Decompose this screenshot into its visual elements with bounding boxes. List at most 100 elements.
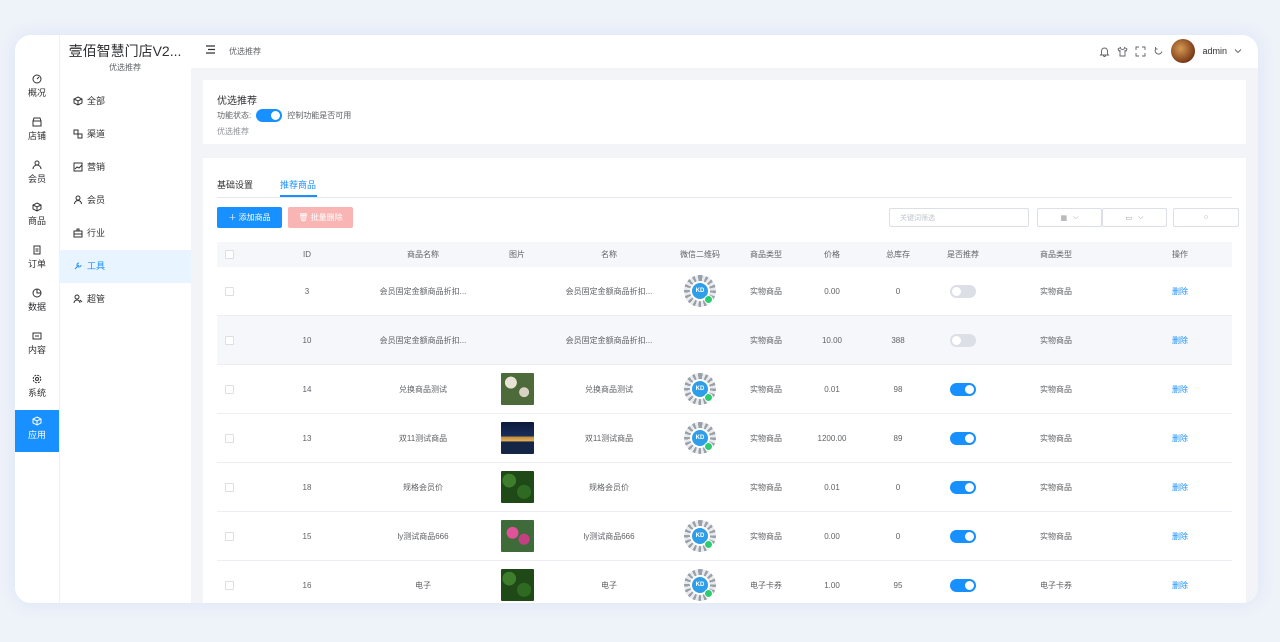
submenu-item-1[interactable]: 渠道 — [59, 118, 191, 151]
theme-shirt-icon[interactable] — [1117, 46, 1129, 57]
rail-item-1[interactable]: 店铺 — [15, 111, 59, 153]
rail-item-0[interactable]: 概况 — [15, 68, 59, 110]
marketing-icon — [73, 162, 83, 172]
rail-item-7[interactable]: 系统 — [15, 368, 59, 410]
row-checkbox[interactable] — [224, 531, 234, 541]
row-checkbox[interactable] — [224, 433, 234, 443]
cell-name: 双11测试商品 — [584, 433, 634, 443]
delete-link[interactable]: 删除 — [1172, 384, 1188, 395]
rail-item-3[interactable]: 商品 — [15, 196, 59, 238]
cell-type2: 实物商品 — [1040, 531, 1072, 541]
submenu-item-3[interactable]: 会员 — [59, 184, 191, 217]
cell-type2: 实物商品 — [1040, 482, 1072, 492]
rail-item-4[interactable]: 订单 — [15, 239, 59, 281]
delete-link[interactable]: 删除 — [1172, 433, 1188, 444]
grid-view-select[interactable]: ▦ ⌵ — [1037, 208, 1102, 227]
recommend-switch[interactable] — [950, 284, 976, 298]
row-select-cell — [221, 561, 237, 603]
cell-type: 实物商品 — [750, 433, 782, 443]
top-bar: 优选推荐 admin — [191, 35, 1258, 69]
goods-thumbnail — [500, 520, 534, 552]
table-row: 16 电子 电子 KD 电子卡券 1.00 95 电子卡券 删除 — [217, 561, 1232, 603]
gear-icon — [32, 374, 42, 383]
menu-toggle-icon[interactable] — [205, 44, 216, 55]
wechat-qr-code[interactable]: KD — [684, 275, 716, 307]
cell-price: 0.01 — [824, 384, 840, 394]
batch-delete-button[interactable]: 🗑 批量删除 — [288, 207, 353, 228]
chevron-down-icon: ⌵ — [1073, 213, 1079, 221]
refresh-icon[interactable] — [1153, 46, 1164, 57]
delete-link[interactable]: 删除 — [1172, 482, 1188, 493]
wechat-qr-code[interactable]: KD — [684, 520, 716, 552]
grid-icon: ▦ — [1060, 214, 1068, 222]
delete-link[interactable]: 删除 — [1172, 580, 1188, 591]
row-select-cell — [221, 316, 237, 364]
cell-type2: 实物商品 — [1040, 433, 1072, 443]
select-all-checkbox[interactable] — [224, 250, 234, 259]
recommend-switch[interactable] — [950, 529, 976, 543]
avatar[interactable] — [1171, 39, 1196, 63]
cell-name: 规格会员价 — [589, 482, 629, 492]
cell-id: 15 — [302, 531, 312, 541]
submenu-item-5[interactable]: 工具 — [59, 250, 191, 283]
cell-type2: 电子卡券 — [1040, 580, 1072, 590]
delete-link[interactable]: 删除 — [1172, 286, 1188, 297]
add-goods-button[interactable]: ＋ 添加商品 — [217, 207, 282, 228]
tab-recommended-goods[interactable]: 推荐商品 — [280, 178, 316, 191]
column-header: 是否推荐 — [947, 250, 979, 259]
recommend-switch[interactable] — [950, 382, 976, 396]
recommend-switch[interactable] — [950, 578, 976, 592]
recommend-switch[interactable] — [950, 333, 976, 347]
tab-bar: 基础设置 推荐商品 — [217, 178, 1232, 198]
cell-type2: 实物商品 — [1040, 384, 1072, 394]
recommend-cell — [933, 316, 993, 364]
wechat-qr-code[interactable]: KD — [684, 569, 716, 601]
rail-item-6[interactable]: 内容 — [15, 325, 59, 367]
cell-price: 0.00 — [824, 286, 840, 296]
recommend-switch[interactable] — [950, 480, 976, 494]
submenu-item-2[interactable]: 营销 — [59, 151, 191, 184]
chevron-down-icon[interactable] — [1234, 47, 1242, 55]
cell-type: 电子卡券 — [750, 580, 782, 590]
row-checkbox[interactable] — [224, 482, 234, 492]
bell-icon[interactable] — [1099, 46, 1111, 57]
feature-status-switch[interactable] — [256, 109, 283, 122]
row-checkbox[interactable] — [224, 580, 234, 590]
tab-basic-settings[interactable]: 基础设置 — [217, 178, 253, 191]
row-checkbox[interactable] — [224, 286, 234, 296]
store-icon — [32, 117, 42, 127]
username[interactable]: admin — [1202, 46, 1227, 56]
keyword-search-input[interactable]: 关键词筛选 — [889, 208, 1029, 227]
recommend-switch[interactable] — [950, 431, 976, 445]
wechat-qr-code[interactable]: KD — [684, 422, 716, 454]
app-icon — [32, 416, 42, 426]
rail-item-2[interactable]: 会员 — [15, 154, 59, 196]
cell-stock: 89 — [893, 433, 903, 443]
submenu-item-6[interactable]: 超管 — [59, 283, 191, 316]
cell-goods-name: 规格会员价 — [403, 482, 443, 492]
goods-thumbnail — [500, 422, 534, 454]
row-checkbox[interactable] — [224, 335, 234, 345]
rail-item-5[interactable]: 数据 — [15, 282, 59, 324]
submenu-item-label: 会员 — [87, 195, 106, 205]
cell-price: 0.00 — [824, 531, 840, 541]
column-select[interactable]: ▭ ⌵ — [1102, 208, 1167, 227]
submenu-item-label: 渠道 — [87, 129, 106, 139]
cell-goods-name: 电子 — [415, 580, 431, 590]
wechat-qr-code[interactable]: KD — [684, 373, 716, 405]
fullscreen-icon[interactable] — [1135, 46, 1146, 57]
action-cell: 删除 — [1150, 267, 1210, 315]
main-content: 优选推荐 功能状态: 控制功能是否可用 优选推荐 基础设置 推荐商品 ＋ 添加商… — [191, 68, 1258, 603]
delete-link[interactable]: 删除 — [1172, 531, 1188, 542]
row-select-cell — [221, 512, 237, 560]
rail-item-8[interactable]: 应用 — [15, 410, 59, 453]
submenu-item-label: 全部 — [87, 96, 106, 106]
cell-type: 实物商品 — [750, 286, 782, 296]
delete-link[interactable]: 删除 — [1172, 335, 1188, 346]
table-row: 14 兑换商品测试 兑换商品测试 KD 实物商品 0.01 98 实物商品 删除 — [217, 365, 1232, 414]
cell-goods-name: 会员固定金额商品折扣... — [379, 335, 467, 345]
submenu-item-4[interactable]: 行业 — [59, 217, 191, 250]
search-button[interactable]: ○ — [1173, 208, 1239, 227]
submenu-item-0[interactable]: 全部 — [59, 85, 191, 118]
row-checkbox[interactable] — [224, 384, 234, 394]
